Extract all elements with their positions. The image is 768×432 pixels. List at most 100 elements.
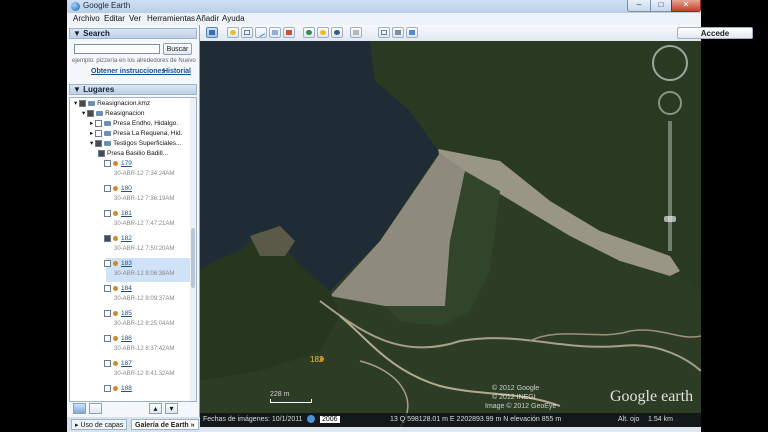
historical-imagery-clock-icon[interactable]	[307, 415, 315, 423]
marker-row[interactable]: 184	[104, 284, 132, 294]
marker-row[interactable]: 181	[104, 209, 132, 219]
polygon-icon[interactable]	[241, 27, 253, 38]
tour-icon[interactable]	[283, 27, 295, 38]
map-view[interactable]: 182 228 m © 2012 Google © 2012 INEGI Ima…	[200, 41, 701, 427]
places-panel-header[interactable]: ▼ Lugares	[69, 84, 197, 95]
marker-link[interactable]: 188	[121, 385, 132, 392]
look-control-icon[interactable]	[652, 45, 688, 81]
search-header-label: Search	[83, 29, 110, 38]
search-input[interactable]	[74, 44, 160, 54]
marker-row[interactable]: 185	[104, 309, 132, 319]
move-control-icon[interactable]	[658, 91, 682, 115]
checkbox[interactable]	[95, 129, 103, 137]
checkbox[interactable]	[104, 209, 111, 217]
marker-row[interactable]: 188	[104, 384, 132, 394]
placemark-icon[interactable]	[227, 27, 239, 38]
search-panel-header[interactable]: ▼ Search	[69, 28, 197, 39]
list-item[interactable]: ▸ Presa La Requena, Hid.	[90, 129, 182, 139]
scale-label: 228 m	[270, 391, 290, 398]
view-in-maps-icon[interactable]	[406, 27, 418, 38]
path-icon[interactable]	[255, 27, 267, 38]
marker-row[interactable]: 183	[104, 259, 132, 269]
tree-root-label: Reasignacion.kmz	[97, 100, 151, 107]
marker-link[interactable]: 179	[121, 160, 132, 167]
imagery-year-badge[interactable]: 2006	[320, 416, 340, 423]
marker-link[interactable]: 186	[121, 335, 132, 342]
places-scrollbar-thumb[interactable]	[191, 228, 195, 288]
list-view-icon[interactable]	[89, 403, 102, 414]
tree-root[interactable]: ▾ Reasignacion.kmz	[74, 99, 150, 109]
marker-link[interactable]: 183	[121, 260, 132, 267]
tree-folder-label: Reasignacion	[105, 110, 145, 117]
marker-row[interactable]: 179	[104, 159, 132, 169]
menu-ver[interactable]: Ver	[129, 14, 141, 23]
checkbox[interactable]	[104, 234, 111, 242]
planets-icon[interactable]	[331, 27, 343, 38]
checkbox[interactable]	[104, 284, 111, 292]
checkbox[interactable]	[104, 259, 111, 267]
email-icon[interactable]	[378, 27, 390, 38]
marker-row[interactable]: 186	[104, 334, 132, 344]
ruler-icon[interactable]	[350, 27, 362, 38]
menu-archivo[interactable]: Archivo	[73, 14, 100, 23]
checkbox[interactable]	[104, 334, 111, 342]
checkbox[interactable]	[98, 149, 105, 157]
marker-link[interactable]: 185	[121, 310, 132, 317]
menu-ayuda[interactable]: Ayuda	[222, 14, 245, 23]
menu-herramientas[interactable]: Herramientas	[147, 14, 195, 23]
marker-time: 30-ABR-12 8:09:37AM	[114, 296, 175, 302]
placemark-dot-icon	[113, 285, 118, 291]
sidebar-toggle-icon[interactable]	[206, 27, 218, 38]
placemark-dot-icon	[113, 310, 118, 316]
placemark-dot-icon	[113, 385, 118, 391]
checkbox[interactable]	[87, 109, 95, 117]
zoom-slider[interactable]	[668, 121, 672, 251]
marker-time: 30-ABR-12 8:37:42AM	[114, 346, 175, 352]
signin-button[interactable]: Accede	[677, 27, 753, 39]
marker-row[interactable]: 187	[104, 359, 132, 369]
checkbox[interactable]	[95, 139, 103, 147]
places-view-icon[interactable]	[73, 403, 86, 414]
scale-bar	[270, 399, 312, 403]
list-item[interactable]: ▸ Presa Endho, Hidalgo.	[90, 119, 178, 129]
zoom-slider-thumb[interactable]	[664, 216, 676, 222]
copyright-geoeye: Image © 2012 GeoEye	[485, 403, 557, 410]
tree-folder[interactable]: ▾ Reasignacion	[82, 109, 144, 119]
directions-link[interactable]: Obtener instrucciones	[91, 68, 165, 75]
print-icon[interactable]	[392, 27, 404, 38]
search-hint: ejemplo: pizzería en los alrededores de …	[72, 58, 196, 64]
marker-link[interactable]: 187	[121, 360, 132, 367]
menu-editar[interactable]: Editar	[104, 14, 125, 23]
list-item[interactable]: ▾ Testigos Superficiales...	[90, 139, 181, 149]
placemark-icon[interactable]	[320, 357, 324, 361]
checkbox[interactable]	[104, 159, 111, 167]
close-button[interactable]: ✕	[671, 0, 701, 12]
sun-icon[interactable]	[317, 27, 329, 38]
tab-earth-gallery[interactable]: Galería de Earth »	[131, 419, 199, 430]
marker-link[interactable]: 180	[121, 185, 132, 192]
minimize-button[interactable]: –	[627, 0, 651, 12]
marker-link[interactable]: 184	[121, 285, 132, 292]
history-link[interactable]: Historial	[163, 68, 191, 75]
historical-imagery-icon[interactable]	[303, 27, 315, 38]
marker-row[interactable]: 180	[104, 184, 132, 194]
checkbox[interactable]	[104, 359, 111, 367]
move-down-icon[interactable]: ▾	[165, 403, 178, 414]
checkbox[interactable]	[79, 99, 87, 107]
checkbox[interactable]	[95, 119, 103, 127]
placemark-dot-icon	[113, 260, 118, 266]
checkbox[interactable]	[104, 309, 111, 317]
marker-row-selected[interactable]: 182	[104, 234, 132, 244]
search-button[interactable]: Buscar	[163, 43, 192, 55]
list-item[interactable]: Presa Basilio Badill...	[98, 149, 168, 159]
marker-link[interactable]: 182	[121, 235, 132, 242]
menu-anadir[interactable]: Añadir	[196, 14, 219, 23]
checkbox[interactable]	[104, 184, 111, 192]
overlay-icon[interactable]	[269, 27, 281, 38]
move-up-icon[interactable]: ▴	[149, 403, 162, 414]
checkbox[interactable]	[104, 384, 111, 392]
maximize-button[interactable]: □	[650, 0, 672, 12]
marker-link[interactable]: 181	[121, 210, 132, 217]
tab-layers[interactable]: ▸ Uso de capas	[71, 419, 128, 430]
google-earth-logo: Google earth	[610, 388, 694, 405]
